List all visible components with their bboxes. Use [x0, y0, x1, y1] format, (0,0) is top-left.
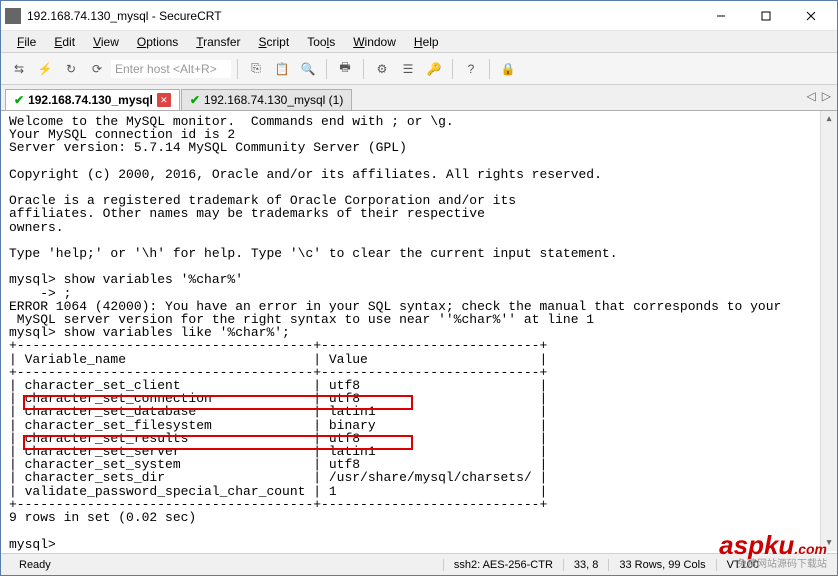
maximize-button[interactable]	[743, 2, 788, 30]
paste-icon[interactable]: 📋	[270, 57, 294, 81]
disconnect-icon[interactable]: ⟳	[85, 57, 109, 81]
status-bar: Ready ssh2: AES-256-CTR 33, 8 33 Rows, 9…	[1, 553, 837, 575]
menu-window[interactable]: Window	[345, 33, 404, 51]
window-title: 192.168.74.130_mysql - SecureCRT	[27, 9, 698, 23]
reconnect-icon[interactable]: ↻	[59, 57, 83, 81]
separator	[363, 59, 364, 79]
toolbar: ⇆ ⚡ ↻ ⟳ Enter host <Alt+R> ⎘ 📋 🔍 🖶 ⚙ ☰ 🔑…	[1, 53, 837, 85]
close-button[interactable]	[788, 2, 833, 30]
tab-label: 192.168.74.130_mysql	[28, 93, 153, 107]
status-size: 33 Rows, 99 Cols	[608, 559, 715, 571]
copy-icon[interactable]: ⎘	[244, 57, 268, 81]
status-cursor-pos: 33, 8	[563, 559, 608, 571]
settings-icon[interactable]: ⚙	[370, 57, 394, 81]
status-connection: ssh2: AES-256-CTR	[443, 559, 563, 571]
connect-icon[interactable]: ⇆	[7, 57, 31, 81]
menu-transfer[interactable]: Transfer	[188, 33, 248, 51]
menu-bar: File Edit View Options Transfer Script T…	[1, 31, 837, 53]
tab-bar: ✔ 192.168.74.130_mysql ✕ ✔ 192.168.74.13…	[1, 85, 837, 111]
menu-tools[interactable]: Tools	[299, 33, 343, 51]
menu-options[interactable]: Options	[129, 33, 186, 51]
menu-file[interactable]: File	[9, 33, 44, 51]
sessions-icon[interactable]: ☰	[396, 57, 420, 81]
tab-prev-icon[interactable]: ◁	[807, 89, 816, 103]
menu-help[interactable]: Help	[406, 33, 447, 51]
lock-icon[interactable]: 🔒	[496, 57, 520, 81]
title-bar: 192.168.74.130_mysql - SecureCRT	[1, 1, 837, 31]
separator	[326, 59, 327, 79]
tab-active[interactable]: ✔ 192.168.74.130_mysql ✕	[5, 89, 180, 110]
host-input[interactable]: Enter host <Alt+R>	[111, 60, 231, 78]
quickconnect-icon[interactable]: ⚡	[33, 57, 57, 81]
status-term-type: VT100	[716, 559, 769, 571]
scroll-down-icon[interactable]: ▾	[821, 535, 837, 551]
scrollbar[interactable]: ▴ ▾	[820, 111, 837, 551]
menu-script[interactable]: Script	[251, 33, 298, 51]
app-icon	[5, 8, 21, 24]
print-icon[interactable]: 🖶	[333, 57, 357, 81]
help-icon[interactable]: ?	[459, 57, 483, 81]
menu-view[interactable]: View	[85, 33, 127, 51]
tab-inactive[interactable]: ✔ 192.168.74.130_mysql (1)	[181, 89, 353, 110]
find-icon[interactable]: 🔍	[296, 57, 320, 81]
menu-edit[interactable]: Edit	[46, 33, 83, 51]
status-check-icon: ✔	[14, 93, 24, 107]
terminal-output[interactable]: Welcome to the MySQL monitor. Commands e…	[1, 111, 837, 551]
separator	[237, 59, 238, 79]
separator	[489, 59, 490, 79]
separator	[452, 59, 453, 79]
status-check-icon: ✔	[190, 93, 200, 107]
minimize-button[interactable]	[698, 2, 743, 30]
keys-icon[interactable]: 🔑	[422, 57, 446, 81]
tab-close-icon[interactable]: ✕	[157, 93, 171, 107]
tab-nav: ◁ ▷	[807, 89, 831, 103]
tab-next-icon[interactable]: ▷	[822, 89, 831, 103]
status-ready: Ready	[9, 559, 289, 571]
scroll-up-icon[interactable]: ▴	[821, 111, 837, 127]
tab-label: 192.168.74.130_mysql (1)	[204, 93, 343, 107]
